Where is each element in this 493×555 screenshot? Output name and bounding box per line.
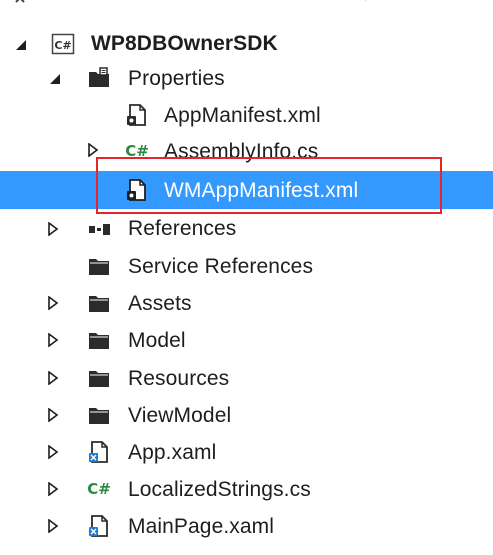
tree-row-model[interactable]: Model [0,322,493,359]
collapsed-arrow-icon[interactable] [46,445,60,459]
tree-item-label: App.xaml [128,441,217,464]
folder-icon [89,408,109,424]
collapsed-arrow-icon[interactable] [86,143,100,157]
references-icon [89,224,110,235]
tree-item-label: AppManifest.xml [164,104,321,127]
tree-row-resources[interactable]: Resources [0,360,493,397]
properties-folder-icon [89,67,109,87]
collapsed-arrow-icon[interactable] [46,408,60,422]
xml-manifest-file-icon [127,104,146,126]
csharp-project-icon: C# [51,33,75,55]
tree-item-label: LocalizedStrings.cs [128,478,311,501]
tree-item-label: MainPage.xaml [128,515,275,538]
xaml-file-icon [89,515,108,537]
xml-manifest-file-icon [127,179,146,201]
tree-row-app-xaml[interactable]: App.xaml [0,434,493,471]
folder-icon [89,259,109,275]
tree-item-label: Resources [128,367,230,390]
csharp-file-icon: C# [125,142,149,160]
tree-row-mainpage-xaml[interactable]: MainPage.xaml [0,508,493,545]
csharp-file-icon: C# [87,480,111,498]
collapsed-arrow-icon[interactable] [46,482,60,496]
tree-item-label: Model [128,329,186,352]
tree-item-label: Assets [128,292,192,315]
collapsed-arrow-icon[interactable] [46,333,60,347]
collapsed-arrow-icon[interactable] [46,296,60,310]
tree-row-wmappmanifest[interactable]: WMAppManifest.xml [0,171,493,209]
tree-row-project[interactable]: C# WP8DBOwnerSDK [0,26,493,63]
folder-icon [89,296,109,312]
xaml-file-icon [89,441,108,463]
project-name: WP8DBOwnerSDK [91,32,278,55]
solution-explorer-tree: C# WP8DBOwnerSDK Properties AppManifest.… [0,0,493,555]
collapsed-arrow-icon[interactable] [46,371,60,385]
clipped-previous-row [364,0,366,1]
tree-row-service-references[interactable]: Service References [0,248,493,285]
tree-row-localizedstrings[interactable]: C# LocalizedStrings.cs [0,471,493,508]
tree-item-label: AssemblyInfo.cs [164,140,319,163]
collapsed-arrow-icon[interactable] [46,222,60,236]
tree-row-properties[interactable]: Properties [0,60,493,97]
svg-text:C#: C# [54,39,71,52]
tree-item-label: WMAppManifest.xml [164,179,359,202]
tree-item-label: ViewModel [128,404,232,427]
folder-icon [89,333,109,349]
collapsed-arrow-icon[interactable] [46,519,60,533]
tree-row-assemblyinfo[interactable]: C# AssemblyInfo.cs [0,134,493,171]
tree-row-references[interactable]: References [0,211,493,248]
clipped-expander-icon [15,0,25,3]
tree-item-label: Service References [128,255,314,278]
expanded-arrow-icon[interactable] [48,72,62,86]
tree-row-assets[interactable]: Assets [0,285,493,322]
tree-row-appmanifest[interactable]: AppManifest.xml [0,97,493,134]
tree-item-label: Properties [128,67,225,90]
folder-icon [89,371,109,387]
tree-row-viewmodel[interactable]: ViewModel [0,397,493,434]
tree-item-label: References [128,217,237,240]
expanded-arrow-icon[interactable] [14,38,28,52]
